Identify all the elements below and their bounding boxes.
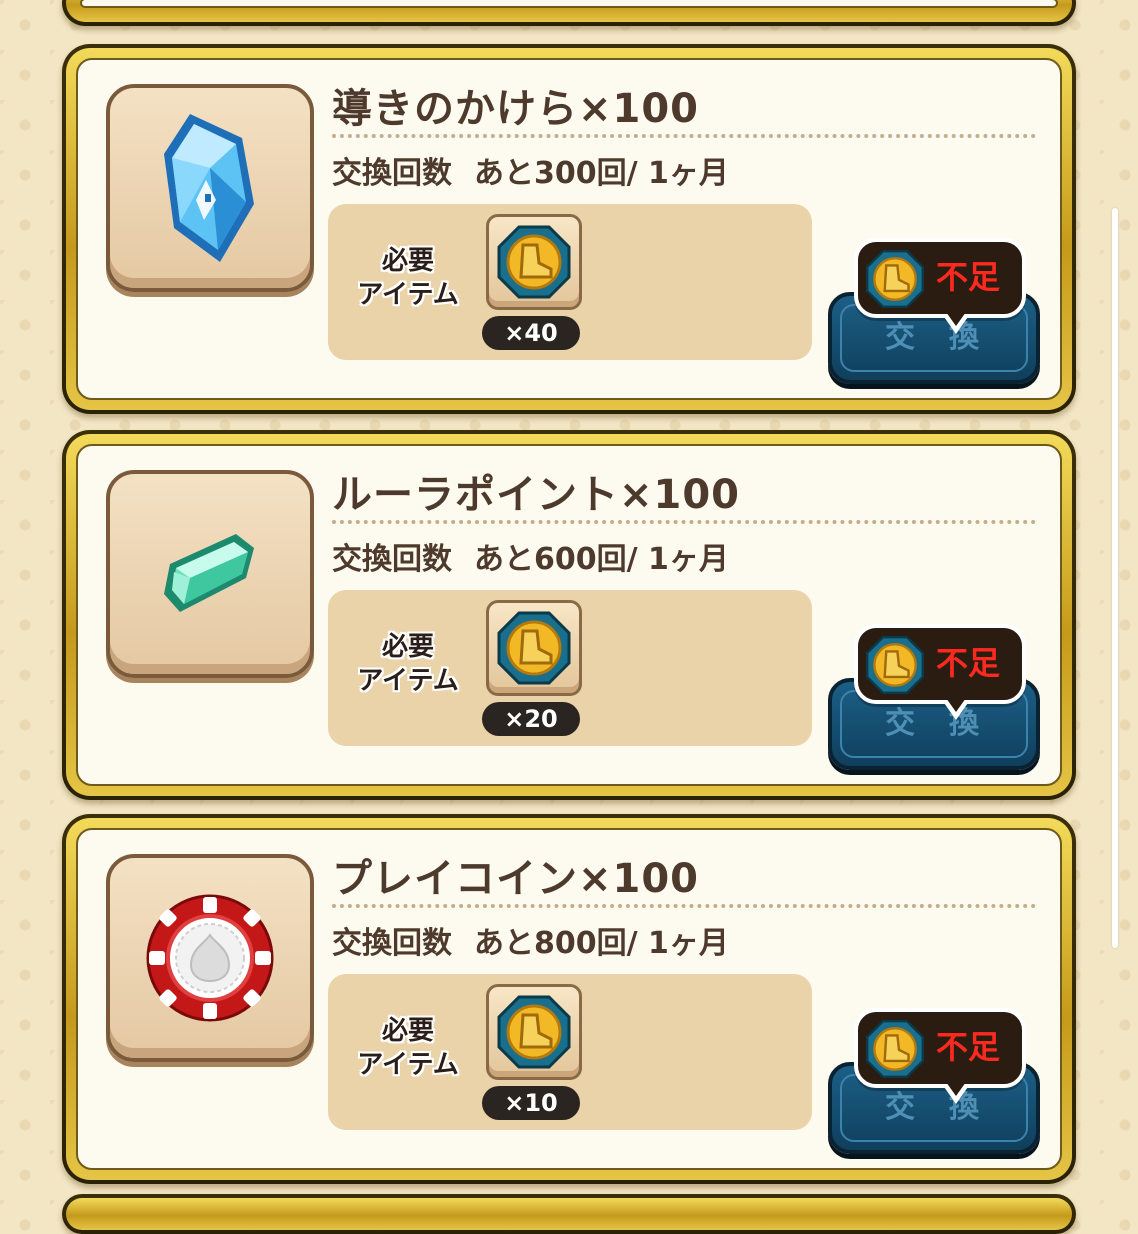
exchange-list: 導きのかけら×100 交換回数 あと300回/ 1ヶ月 必要 アイテム ×40 交換 bbox=[0, 0, 1138, 1234]
green-crystal-icon bbox=[164, 534, 254, 612]
insufficient-badge: 不足 bbox=[854, 1008, 1026, 1104]
required-item-label: 必要 アイテム bbox=[357, 246, 459, 310]
reward-title: ルーラポイント×100 bbox=[332, 472, 741, 518]
insufficient-label: 不足 bbox=[936, 1028, 1001, 1066]
exchange-count-value: あと800回/ 1ヶ月 bbox=[474, 926, 729, 961]
reward-icon-tile bbox=[106, 84, 314, 292]
exchange-count: 交換回数 あと600回/ 1ヶ月 bbox=[332, 534, 729, 578]
exchange-card: ルーラポイント×100 交換回数 あと600回/ 1ヶ月 必要 アイテム ×20 交… bbox=[62, 430, 1076, 800]
exchange-card: プレイコイン×100 交換回数 あと800回/ 1ヶ月 必要 アイテム ×10 交換 bbox=[62, 814, 1076, 1184]
required-item-label: 必要 アイテム bbox=[357, 1016, 459, 1080]
exchange-card: 導きのかけら×100 交換回数 あと300回/ 1ヶ月 必要 アイテム ×40 交換 bbox=[62, 44, 1076, 414]
exchange-count-value: あと600回/ 1ヶ月 bbox=[474, 542, 729, 577]
required-item-panel: 必要 アイテム ×40 bbox=[328, 204, 812, 360]
blue-crystal-icon bbox=[164, 114, 254, 262]
reward-title: プレイコイン×100 bbox=[332, 856, 700, 902]
reward-title: 導きのかけら×100 bbox=[332, 86, 700, 132]
boot-medal-icon bbox=[865, 635, 925, 695]
scrollbar[interactable] bbox=[1112, 208, 1118, 948]
insufficient-badge: 不足 bbox=[854, 238, 1026, 334]
divider bbox=[332, 134, 1036, 138]
required-item-quantity: ×40 bbox=[482, 316, 580, 350]
reward-icon-tile bbox=[106, 854, 314, 1062]
exchange-count-value: あと300回/ 1ヶ月 bbox=[474, 156, 729, 191]
divider bbox=[332, 904, 1036, 908]
exchange-count-label: 交換回数 bbox=[332, 926, 452, 961]
exchange-count: 交換回数 あと300回/ 1ヶ月 bbox=[332, 148, 729, 192]
boot-medal-icon bbox=[497, 225, 571, 299]
reward-icon-tile bbox=[106, 470, 314, 678]
card-next-partial bbox=[62, 1194, 1076, 1234]
exchange-count: 交換回数 あと800回/ 1ヶ月 bbox=[332, 918, 729, 962]
required-item-panel: 必要 アイテム ×10 bbox=[328, 974, 812, 1130]
play-coin-chip-icon bbox=[146, 894, 274, 1022]
exchange-count-label: 交換回数 bbox=[332, 542, 452, 577]
required-item-slot[interactable] bbox=[486, 984, 582, 1080]
insufficient-label: 不足 bbox=[936, 644, 1001, 682]
required-item-quantity: ×20 bbox=[482, 702, 580, 736]
required-item-panel: 必要 アイテム ×20 bbox=[328, 590, 812, 746]
boot-medal-icon bbox=[497, 611, 571, 685]
exchange-count-label: 交換回数 bbox=[332, 156, 452, 191]
required-item-slot[interactable] bbox=[486, 600, 582, 696]
boot-medal-icon bbox=[865, 1019, 925, 1079]
insufficient-badge: 不足 bbox=[854, 624, 1026, 720]
card-previous-partial bbox=[62, 0, 1076, 26]
insufficient-label: 不足 bbox=[936, 258, 1001, 296]
boot-medal-icon bbox=[497, 995, 571, 1069]
boot-medal-icon bbox=[865, 249, 925, 309]
required-item-quantity: ×10 bbox=[482, 1086, 580, 1120]
required-item-label: 必要 アイテム bbox=[357, 632, 459, 696]
required-item-slot[interactable] bbox=[486, 214, 582, 310]
divider bbox=[332, 520, 1036, 524]
